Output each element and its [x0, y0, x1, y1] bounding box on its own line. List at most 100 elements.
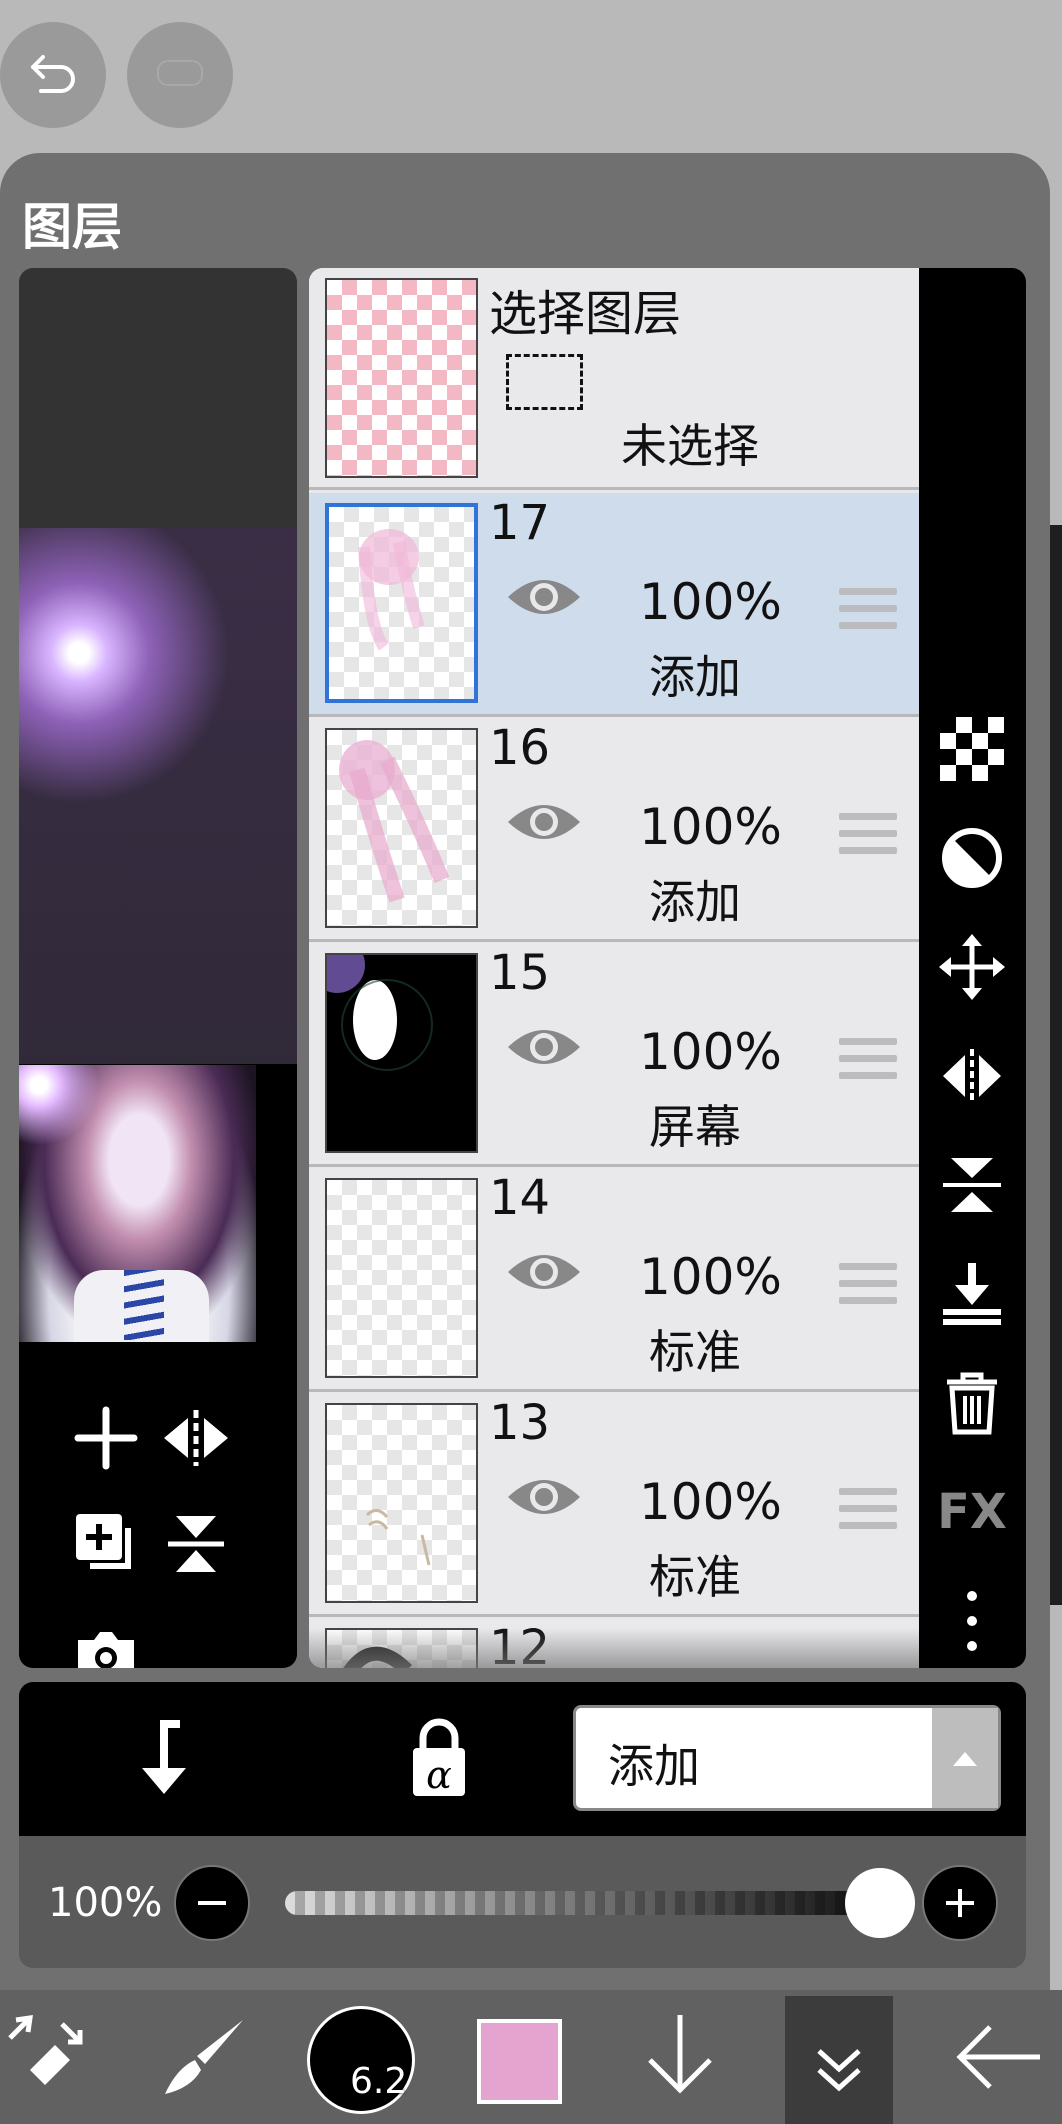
selection-layer-row[interactable]: 选择图层 未选择 — [309, 268, 919, 490]
arrow-left-icon — [956, 2025, 1040, 2089]
collapse-panel-button[interactable] — [785, 1996, 893, 2124]
blend-mode-select[interactable]: 添加 — [573, 1705, 1001, 1811]
transparency-checker-icon — [940, 717, 1004, 781]
back-button[interactable] — [945, 1990, 1055, 2124]
drag-handle-icon[interactable] — [839, 813, 897, 864]
flip-horizontal-button[interactable] — [937, 1041, 1007, 1111]
redo-icon — [157, 60, 203, 86]
visibility-toggle[interactable] — [504, 571, 584, 627]
layer-blend-mode: 添加 — [649, 650, 741, 704]
import-photo-button[interactable] — [66, 1612, 146, 1668]
layer-row[interactable]: 15 100% 屏幕 — [309, 943, 919, 1167]
layer-side-toolbar: FX — [919, 268, 1026, 1668]
merge-down-button[interactable] — [937, 1259, 1007, 1329]
layer-number: 16 — [489, 720, 551, 776]
list-fade — [309, 1628, 919, 1668]
flip-vertical-icon — [168, 1516, 224, 1572]
more-button[interactable] — [937, 1586, 1007, 1656]
delete-layer-button[interactable] — [937, 1368, 1007, 1438]
plus-icon — [74, 1406, 138, 1470]
layer-thumbnail-art — [365, 1509, 431, 1566]
color-swatch[interactable] — [477, 2019, 562, 2104]
layer-thumbnail — [325, 1178, 478, 1378]
layer-number: 17 — [489, 495, 551, 551]
layer-thumbnail — [325, 728, 478, 928]
layer-list[interactable]: 选择图层 未选择 17 100% 添加 16 100% 添加 15 100% 屏… — [309, 268, 919, 1668]
layer-blend-mode: 标准 — [649, 1325, 741, 1379]
layer-blend-mode: 标准 — [649, 1550, 741, 1604]
layer-blend-mode: 添加 — [649, 875, 741, 929]
visibility-toggle[interactable] — [504, 796, 584, 852]
layer-opacity: 100% — [639, 1248, 782, 1306]
duplicate-layer-icon — [76, 1514, 131, 1569]
eye-icon — [508, 580, 580, 614]
canvas-thumbnail[interactable] — [19, 1065, 256, 1342]
brush-size-value: 6.2 — [350, 2061, 408, 2102]
selection-layer-thumbnail — [325, 278, 478, 478]
opacity-slider-handle[interactable] — [845, 1868, 915, 1938]
drag-handle-icon[interactable] — [839, 1488, 897, 1539]
add-layer-button[interactable] — [66, 1398, 146, 1478]
opacity-slider[interactable] — [285, 1891, 895, 1915]
drag-handle-icon[interactable] — [839, 1038, 897, 1089]
flip-layer-vertical-button[interactable] — [156, 1504, 236, 1584]
layer-row[interactable]: 17 100% 添加 — [309, 493, 919, 717]
opacity-decrease-button[interactable] — [174, 1865, 250, 1941]
opacity-increase-button[interactable] — [922, 1865, 998, 1941]
opacity-label: 100% — [48, 1880, 163, 1926]
drag-handle-icon[interactable] — [839, 588, 897, 639]
layer-opacity: 100% — [639, 798, 782, 856]
visibility-toggle[interactable] — [504, 1471, 584, 1527]
selection-status: 未选择 — [621, 419, 759, 473]
move-icon — [939, 934, 1005, 1000]
fx-button[interactable]: FX — [937, 1477, 1007, 1547]
flip-vertical-button[interactable] — [937, 1150, 1007, 1220]
selection-layer-title: 选择图层 — [489, 286, 682, 342]
duplicate-layer-button[interactable] — [66, 1504, 146, 1584]
layer-thumbnail — [325, 1403, 478, 1603]
selection-marquee-icon — [506, 354, 583, 410]
move-layer-button[interactable] — [937, 932, 1007, 1002]
brush-size-button[interactable]: 6.2 — [307, 2006, 415, 2114]
layer-opacity: 100% — [639, 1023, 782, 1081]
panel-title: 图层 — [22, 198, 122, 256]
blend-mode-value: 添加 — [608, 1739, 700, 1793]
layer-thumbnail — [325, 953, 478, 1153]
fx-icon: FX — [937, 1484, 1007, 1540]
layer-opacity: 100% — [639, 1473, 782, 1531]
layer-blend-mode: 屏幕 — [649, 1100, 741, 1154]
transparency-button[interactable] — [937, 714, 1007, 784]
svg-text:α: α — [426, 1753, 452, 1797]
flip-vertical-icon — [943, 1158, 1001, 1212]
layer-actions-box — [19, 268, 297, 1668]
layer-row[interactable]: 14 100% 标准 — [309, 1168, 919, 1392]
layer-opacity: 100% — [639, 573, 782, 631]
dropdown-arrow-icon — [932, 1708, 998, 1808]
chevron-double-down-icon — [817, 2049, 861, 2092]
visibility-toggle[interactable] — [504, 1021, 584, 1077]
layer-row[interactable]: 13 100% 标准 — [309, 1393, 919, 1617]
arrow-down-icon — [648, 2015, 712, 2094]
layer-row[interactable]: 16 100% 添加 — [309, 718, 919, 942]
more-vertical-icon — [967, 1591, 977, 1651]
undo-button[interactable] — [0, 22, 106, 128]
eye-icon — [508, 805, 580, 839]
drag-handle-icon[interactable] — [839, 1263, 897, 1314]
redo-button[interactable] — [127, 22, 233, 128]
brush-tool-button[interactable] — [155, 1990, 255, 2124]
minus-icon — [198, 1901, 226, 1905]
tool-switch-button[interactable] — [0, 1990, 100, 2124]
flip-horizontal-icon — [164, 1410, 228, 1466]
merge-down-icon — [943, 1263, 1001, 1325]
clipping-button[interactable] — [124, 1712, 204, 1802]
flip-layer-horizontal-button[interactable] — [156, 1398, 236, 1478]
camera-icon — [78, 1632, 134, 1668]
layer-down-button[interactable] — [630, 1990, 730, 2124]
clipping-arrow-icon — [142, 1720, 186, 1794]
alpha-lock-button[interactable]: α — [399, 1712, 479, 1802]
trash-icon — [947, 1372, 997, 1435]
adjust-button[interactable] — [937, 823, 1007, 893]
visibility-toggle[interactable] — [504, 1246, 584, 1302]
eye-icon — [508, 1480, 580, 1514]
tool-switch-icon — [8, 2015, 83, 2085]
